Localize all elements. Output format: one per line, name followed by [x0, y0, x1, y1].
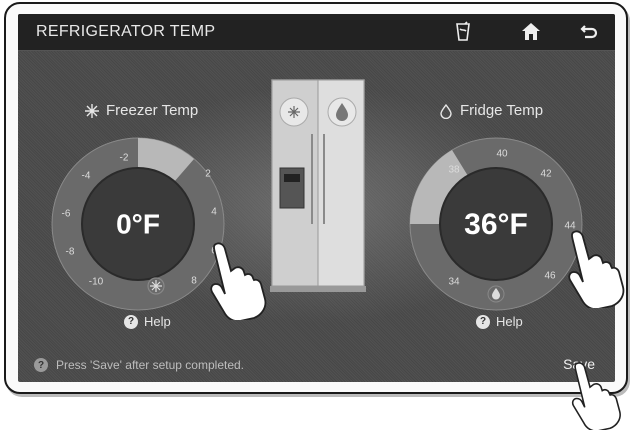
- fridge-temp-header: Fridge Temp: [438, 102, 543, 119]
- app-screen: REFRIGERATOR TEMP Freezer Temp 0°F -2 -4…: [18, 14, 615, 382]
- hand-pointer-icon: [210, 242, 267, 320]
- fridge-temp-label: Fridge Temp: [460, 102, 544, 119]
- fridge-scale-label: 38: [448, 165, 460, 176]
- fridge-scale-label: 34: [448, 277, 460, 288]
- freezer-help-label: Help: [144, 314, 171, 329]
- freezer-scale-label: -4: [82, 171, 91, 182]
- home-icon[interactable]: [519, 20, 543, 44]
- back-icon[interactable]: [576, 20, 600, 44]
- fridge-temp-value: 36°F: [464, 208, 528, 241]
- help-icon: ?: [124, 314, 138, 329]
- freezer-scale-label: -6: [62, 209, 71, 220]
- fridge-scale-label: 40: [496, 149, 508, 160]
- refrigerator-illustration: [270, 79, 366, 292]
- page-title: REFRIGERATOR TEMP: [36, 23, 216, 40]
- fridge-help-label: Help: [496, 314, 523, 329]
- tablet-frame: REFRIGERATOR TEMP Freezer Temp 0°F -2 -4…: [4, 2, 628, 394]
- freezer-help-button[interactable]: ? Help: [124, 314, 171, 329]
- help-icon: ?: [476, 314, 490, 329]
- freezer-scale-label: 2: [205, 169, 211, 180]
- snowflake-icon: [85, 103, 99, 118]
- freezer-temp-header: Freezer Temp: [84, 102, 198, 119]
- water-drop-icon: [440, 103, 452, 119]
- freezer-temp-value: 0°F: [116, 208, 160, 239]
- freezer-scale-label: 4: [211, 207, 217, 218]
- info-icon: ?: [34, 358, 48, 372]
- fridge-scale-label: 46: [544, 271, 556, 282]
- freezer-scale-label: -2: [120, 153, 129, 164]
- water-filter-icon[interactable]: [451, 20, 475, 44]
- freezer-scale-label: -10: [89, 277, 104, 288]
- title-bar: REFRIGERATOR TEMP: [18, 14, 615, 51]
- freezer-snowflake-icon: [147, 277, 165, 295]
- footer-note: ? Press 'Save' after setup completed.: [34, 358, 244, 372]
- hand-pointer-icon: [568, 230, 625, 308]
- freezer-scale-label: -8: [66, 247, 75, 258]
- freezer-scale-label: 8: [191, 276, 197, 287]
- freezer-temp-label: Freezer Temp: [106, 102, 199, 119]
- hand-pointer-icon: [571, 362, 621, 430]
- fridge-help-button[interactable]: ? Help: [476, 314, 523, 329]
- footer-note-text: Press 'Save' after setup completed.: [56, 358, 245, 372]
- fridge-scale-label: 42: [540, 169, 552, 180]
